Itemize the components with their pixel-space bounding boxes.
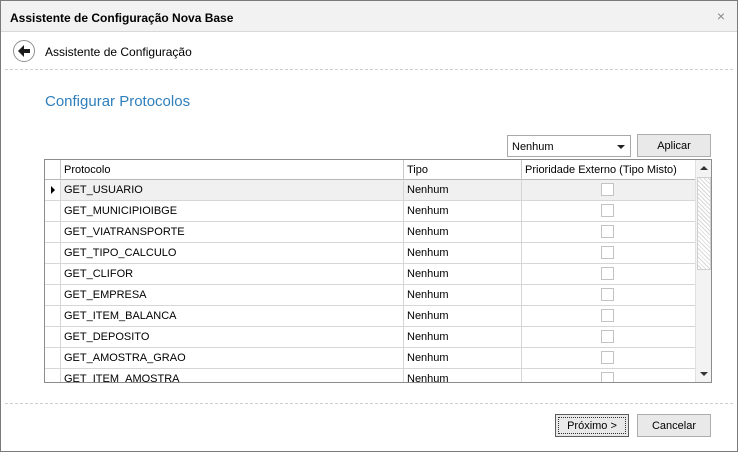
table-row[interactable]: GET_ITEM_AMOSTRA Nenhum (45, 369, 695, 382)
grid-rows: GET_USUARIO Nenhum GET_MUNICIPIOIBGE Nenhum… (45, 180, 695, 382)
cell-protocolo[interactable]: GET_USUARIO (60, 180, 403, 200)
prioridade-checkbox[interactable] (601, 225, 614, 238)
cell-tipo[interactable]: Nenhum (403, 180, 521, 200)
back-button[interactable] (13, 40, 35, 62)
tipo-select[interactable]: Nenhum (507, 135, 631, 157)
section-title: Configurar Protocolos (45, 93, 191, 110)
cell-protocolo[interactable]: GET_AMOSTRA_GRAO (60, 348, 403, 368)
arrow-left-icon (18, 45, 30, 57)
cell-tipo[interactable]: Nenhum (403, 201, 521, 221)
table-row[interactable]: GET_DEPOSITO Nenhum (45, 327, 695, 348)
row-indicator[interactable] (45, 264, 60, 284)
cell-tipo[interactable]: Nenhum (403, 285, 521, 305)
cancel-button[interactable]: Cancelar (637, 414, 711, 437)
cell-tipo[interactable]: Nenhum (403, 306, 521, 326)
scroll-down-icon[interactable] (696, 366, 711, 382)
prioridade-checkbox[interactable] (601, 288, 614, 301)
cell-tipo[interactable]: Nenhum (403, 243, 521, 263)
row-indicator[interactable] (45, 369, 60, 382)
protocol-grid: Protocolo Tipo Prioridade Externo (Tipo … (44, 159, 712, 383)
table-row[interactable]: GET_TIPO_CALCULO Nenhum (45, 243, 695, 264)
prioridade-checkbox[interactable] (601, 372, 614, 382)
scrollbar-thumb[interactable] (697, 177, 711, 270)
current-row-icon (51, 186, 55, 194)
prioridade-checkbox[interactable] (601, 246, 614, 259)
cell-prioridade (521, 285, 695, 305)
cell-protocolo[interactable]: GET_DEPOSITO (60, 327, 403, 347)
cell-protocolo[interactable]: GET_CLIFOR (60, 264, 403, 284)
chevron-down-icon (617, 145, 625, 149)
cell-prioridade (521, 201, 695, 221)
next-button[interactable]: Próximo > (555, 414, 629, 437)
table-row[interactable]: GET_AMOSTRA_GRAO Nenhum (45, 348, 695, 369)
table-row[interactable]: GET_VIATRANSPORTE Nenhum (45, 222, 695, 243)
close-icon[interactable]: × (713, 8, 729, 24)
cell-tipo[interactable]: Nenhum (403, 222, 521, 242)
cell-prioridade (521, 369, 695, 382)
column-header-protocolo[interactable]: Protocolo (60, 160, 403, 180)
cell-prioridade (521, 327, 695, 347)
header-divider (5, 69, 733, 70)
prioridade-checkbox[interactable] (601, 330, 614, 343)
row-indicator[interactable] (45, 306, 60, 326)
cell-protocolo[interactable]: GET_TIPO_CALCULO (60, 243, 403, 263)
tipo-select-value: Nenhum (512, 141, 554, 153)
cell-tipo[interactable]: Nenhum (403, 348, 521, 368)
wizard-window: Assistente de Configuração Nova Base × A… (0, 0, 738, 452)
grid-header: Protocolo Tipo Prioridade Externo (Tipo … (45, 160, 695, 180)
table-row[interactable]: GET_EMPRESA Nenhum (45, 285, 695, 306)
cell-protocolo[interactable]: GET_ITEM_AMOSTRA (60, 369, 403, 382)
table-row[interactable]: GET_CLIFOR Nenhum (45, 264, 695, 285)
row-indicator[interactable] (45, 243, 60, 263)
cell-tipo[interactable]: Nenhum (403, 327, 521, 347)
apply-button[interactable]: Aplicar (637, 134, 711, 157)
row-indicator[interactable] (45, 348, 60, 368)
prioridade-checkbox[interactable] (601, 204, 614, 217)
cell-prioridade (521, 306, 695, 326)
cell-tipo[interactable]: Nenhum (403, 264, 521, 284)
table-row[interactable]: GET_MUNICIPIOIBGE Nenhum (45, 201, 695, 222)
cell-prioridade (521, 264, 695, 284)
footer-divider (5, 403, 733, 404)
cell-prioridade (521, 243, 695, 263)
prioridade-checkbox[interactable] (601, 309, 614, 322)
prioridade-checkbox[interactable] (601, 351, 614, 364)
prioridade-checkbox[interactable] (601, 267, 614, 280)
title-bar: Assistente de Configuração Nova Base × (1, 1, 737, 31)
cell-tipo[interactable]: Nenhum (403, 369, 521, 382)
cell-prioridade (521, 222, 695, 242)
cell-protocolo[interactable]: GET_EMPRESA (60, 285, 403, 305)
scroll-up-icon[interactable] (696, 160, 711, 176)
row-indicator[interactable] (45, 222, 60, 242)
table-row[interactable]: GET_ITEM_BALANCA Nenhum (45, 306, 695, 327)
column-header-prioridade[interactable]: Prioridade Externo (Tipo Misto) (521, 160, 695, 180)
prioridade-checkbox[interactable] (601, 183, 614, 196)
row-indicator[interactable] (45, 285, 60, 305)
cell-prioridade (521, 348, 695, 368)
header-title: Assistente de Configuração (45, 45, 192, 59)
window-title: Assistente de Configuração Nova Base (10, 11, 234, 25)
row-indicator[interactable] (45, 180, 60, 200)
vertical-scrollbar[interactable] (695, 160, 711, 382)
row-indicator[interactable] (45, 327, 60, 347)
cell-prioridade (521, 180, 695, 200)
wizard-header: Assistente de Configuração (1, 31, 737, 71)
cell-protocolo[interactable]: GET_ITEM_BALANCA (60, 306, 403, 326)
row-indicator-header (45, 160, 60, 180)
column-header-tipo[interactable]: Tipo (403, 160, 521, 180)
cell-protocolo[interactable]: GET_VIATRANSPORTE (60, 222, 403, 242)
table-row[interactable]: GET_USUARIO Nenhum (45, 180, 695, 201)
cell-protocolo[interactable]: GET_MUNICIPIOIBGE (60, 201, 403, 221)
row-indicator[interactable] (45, 201, 60, 221)
